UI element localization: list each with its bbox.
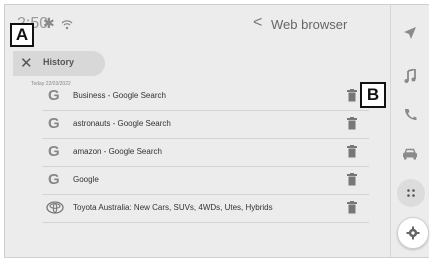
history-bar: ✕ History <box>13 51 105 76</box>
callout-b: B <box>360 82 386 108</box>
trash-icon[interactable] <box>347 89 357 102</box>
google-icon: G <box>48 171 60 188</box>
history-item[interactable]: G amazon - Google Search <box>42 138 369 167</box>
google-icon: G <box>48 143 60 160</box>
google-icon: G <box>48 115 60 132</box>
back-button[interactable]: < <box>253 14 262 32</box>
toyota-logo-icon <box>46 201 64 214</box>
side-nav <box>390 5 429 257</box>
apps-icon[interactable] <box>397 179 425 207</box>
wifi-icon <box>61 17 73 35</box>
music-note-icon[interactable] <box>399 65 421 87</box>
history-item[interactable]: G Business - Google Search <box>42 82 369 111</box>
history-item[interactable]: G astronauts - Google Search <box>42 110 369 139</box>
car-icon[interactable] <box>399 143 421 165</box>
history-item-label: astronauts - Google Search <box>73 119 171 128</box>
history-item-label: amazon - Google Search <box>73 147 162 156</box>
trash-icon[interactable] <box>347 117 357 130</box>
phone-icon[interactable] <box>399 103 421 125</box>
google-icon: G <box>48 87 60 104</box>
browser-main: 2:50 ✱ < Web browser ✕ History Today 22/… <box>5 5 388 257</box>
history-item-label: Business - Google Search <box>73 91 166 100</box>
status-bar: 2:50 ✱ < Web browser <box>5 5 388 43</box>
history-item[interactable]: Toyota Australia: New Cars, SUVs, 4WDs, … <box>42 194 369 223</box>
trash-icon[interactable] <box>347 173 357 186</box>
history-item[interactable]: G Google <box>42 166 369 195</box>
callout-a: A <box>10 23 34 47</box>
history-item-label: Toyota Australia: New Cars, SUVs, 4WDs, … <box>73 203 273 212</box>
navigation-arrow-icon[interactable] <box>399 22 421 44</box>
history-item-label: Google <box>73 175 99 184</box>
settings-gear-icon[interactable] <box>397 217 429 249</box>
trash-icon[interactable] <box>347 201 357 214</box>
trash-icon[interactable] <box>347 145 357 158</box>
page-title: Web browser <box>271 17 348 32</box>
bluetooth-icon: ✱ <box>43 15 55 31</box>
close-history-button[interactable]: ✕ <box>20 54 33 72</box>
history-label: History <box>43 57 75 67</box>
